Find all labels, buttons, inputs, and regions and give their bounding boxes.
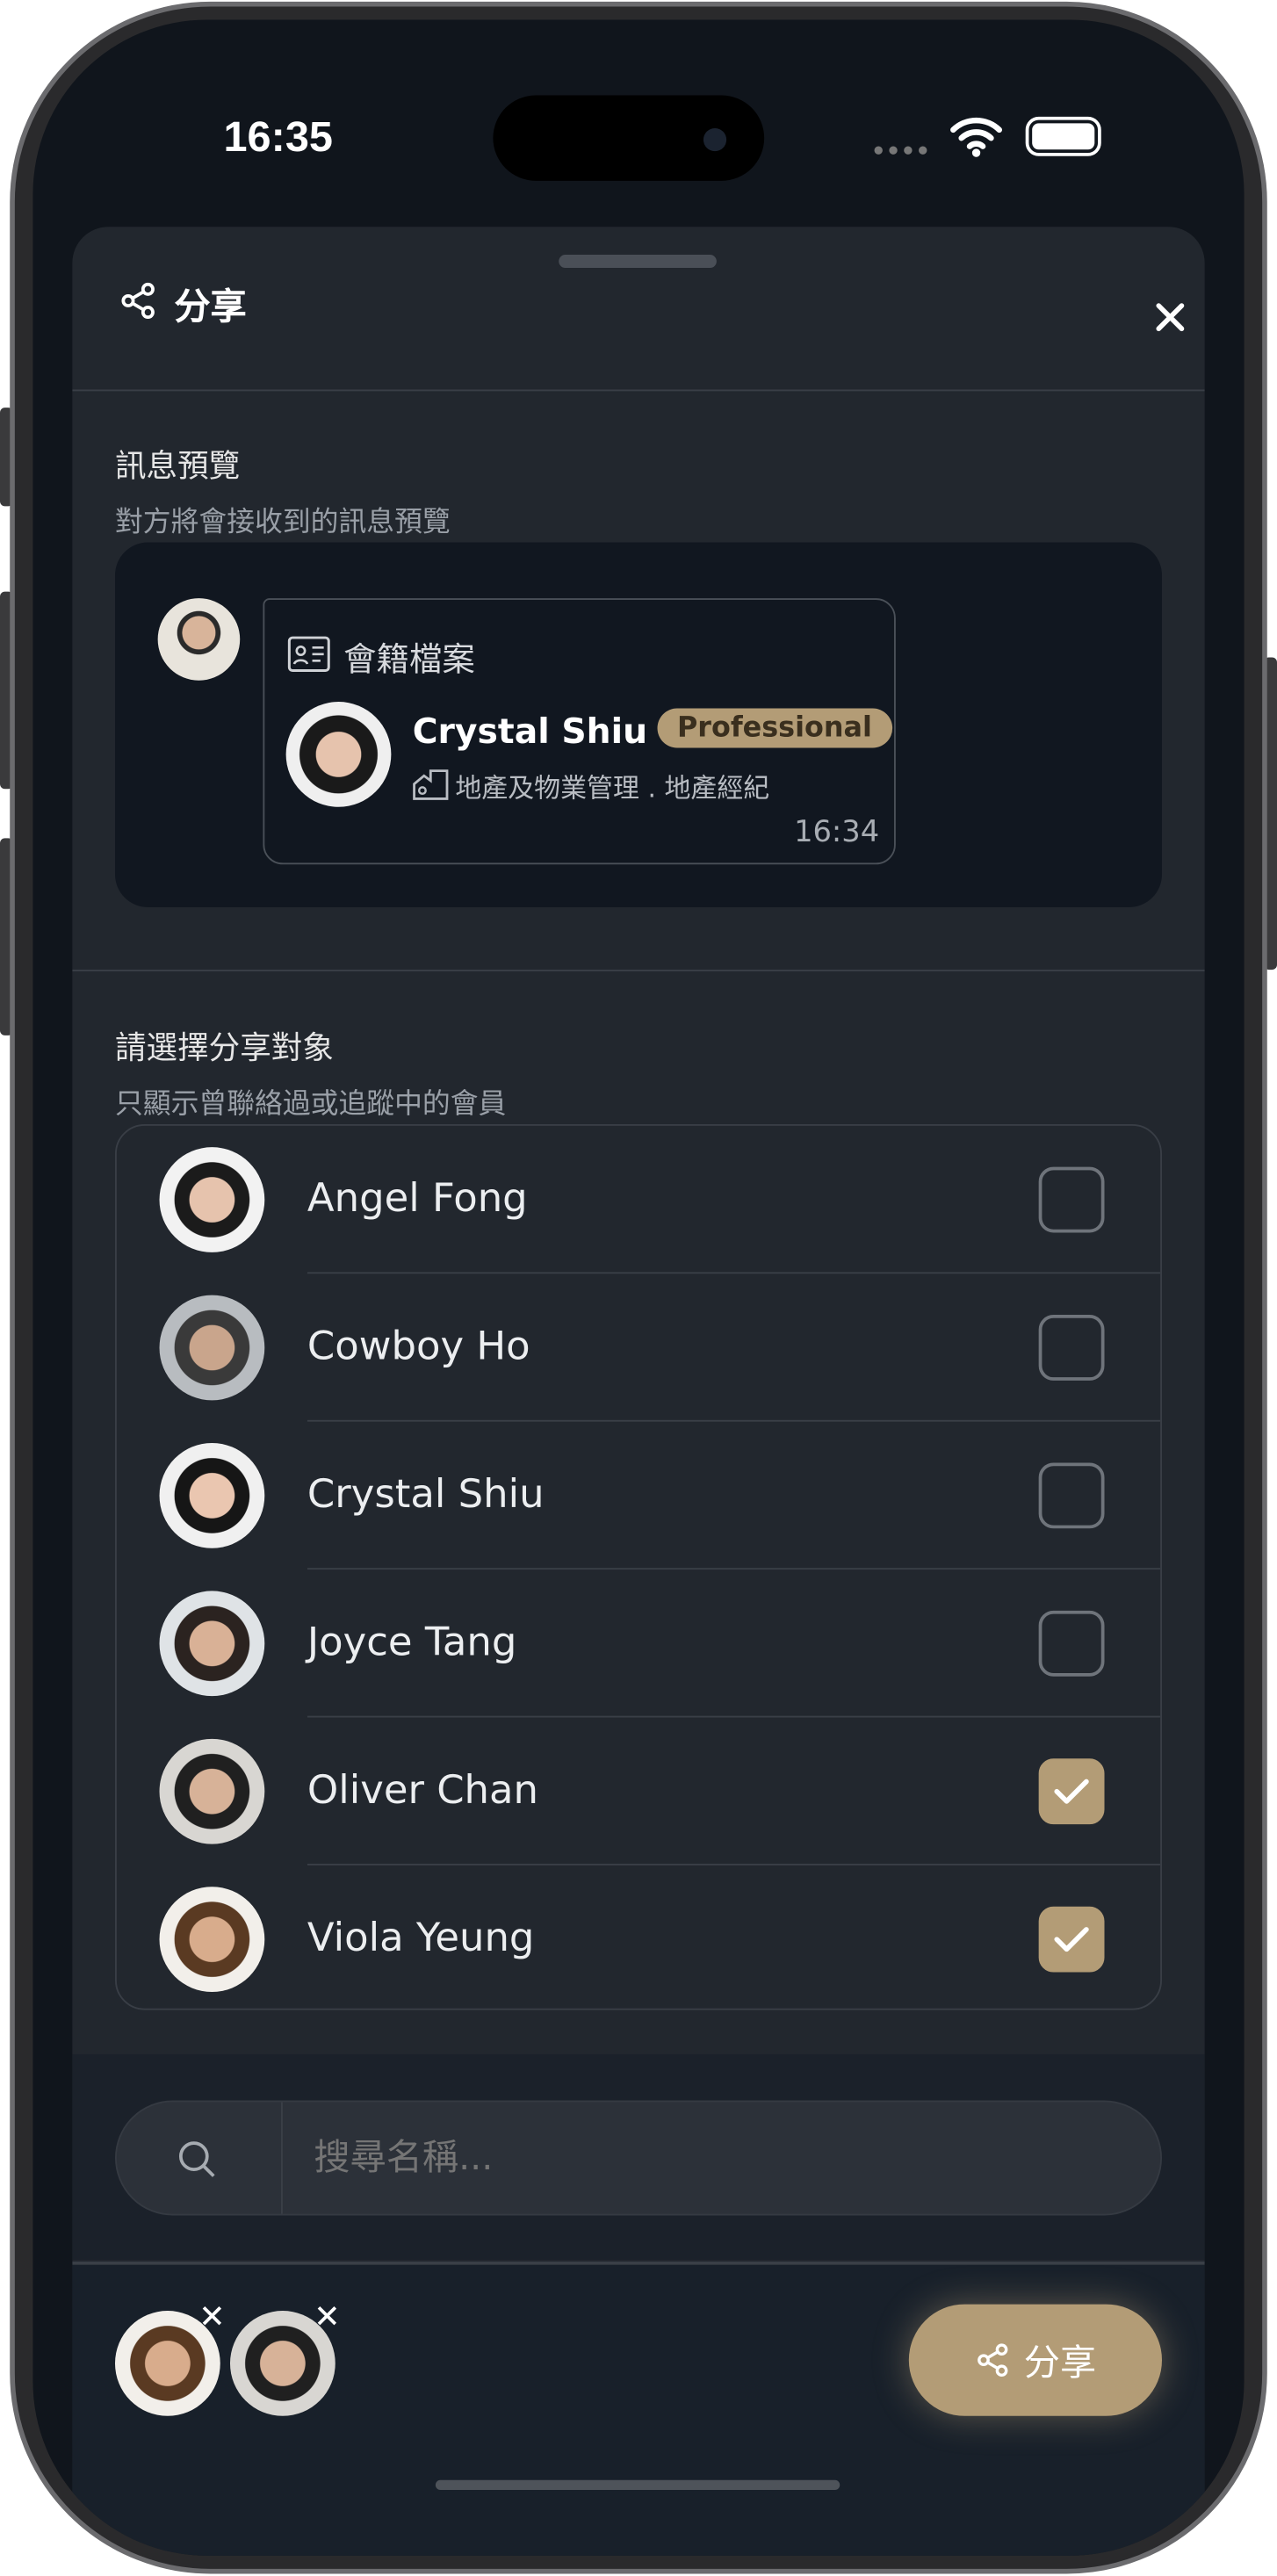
recipient-row[interactable]: Crystal Shiu	[117, 1422, 1161, 1570]
recipient-avatar	[159, 1738, 265, 1844]
recipient-name: Viola Yeung	[307, 1915, 535, 1961]
search-icon	[178, 2141, 215, 2177]
recipient-checkbox[interactable]	[1038, 1906, 1105, 1973]
member-avatar	[285, 702, 392, 807]
recipients-subtitle: 只顯示曾聯絡過或追蹤中的會員	[114, 1087, 507, 1122]
search-field[interactable]	[114, 2100, 1163, 2216]
member-industry: 地產及物業管理 . 地產經紀	[455, 772, 770, 805]
divider	[72, 389, 1205, 392]
recipient-avatar	[159, 1887, 265, 1993]
card-label: 會籍檔案	[343, 639, 475, 679]
drag-handle[interactable]	[559, 255, 717, 269]
recipient-checkbox[interactable]	[1038, 1758, 1105, 1825]
remove-icon[interactable]	[200, 2305, 223, 2327]
recipient-avatar	[159, 1591, 265, 1697]
wifi-icon	[950, 117, 1003, 157]
recipients-title: 請選擇分享對象	[114, 1030, 334, 1067]
recipient-avatar	[159, 1147, 265, 1252]
recipient-checkbox[interactable]	[1038, 1315, 1105, 1381]
share-button[interactable]: 分享	[908, 2304, 1163, 2416]
signal-icon	[874, 146, 927, 155]
dynamic-island	[493, 95, 765, 181]
recipient-name: Joyce Tang	[307, 1619, 517, 1665]
share-sheet: 分享 訊息預覽 對方將會接收到的訊息預覽 會籍檔案 Crystal Shiu P…	[72, 227, 1205, 2556]
recipient-row[interactable]: Viola Yeung	[117, 1865, 1160, 2009]
sender-avatar	[157, 598, 241, 681]
home-indicator[interactable]	[435, 2479, 841, 2491]
building-icon	[413, 769, 449, 800]
recipient-list: Angel Fong Cowboy Ho Crystal Shiu Joyce …	[114, 1123, 1163, 2010]
share-icon	[121, 282, 155, 320]
selected-recipient	[114, 2305, 224, 2416]
footer-bar: 分享	[72, 2261, 1205, 2556]
status-time: 16:35	[223, 112, 333, 162]
remove-icon[interactable]	[315, 2305, 338, 2327]
share-button-label: 分享	[1023, 2343, 1097, 2385]
share-icon	[978, 2343, 1008, 2378]
search-input[interactable]	[314, 2118, 1136, 2197]
member-name: Crystal Shiu	[412, 711, 648, 752]
recipient-name: Angel Fong	[307, 1174, 528, 1222]
recipient-row[interactable]: Oliver Chan	[117, 1718, 1161, 1865]
recipient-avatar	[159, 1443, 265, 1548]
recipient-row[interactable]: Angel Fong	[117, 1126, 1161, 1274]
search-separator	[280, 2102, 283, 2214]
search-area	[72, 2054, 1205, 2261]
recipient-name: Crystal Shiu	[307, 1470, 545, 1518]
message-preview-card: 會籍檔案 Crystal Shiu Professional 地產及物業管理 .…	[114, 542, 1163, 907]
recipient-name: Oliver Chan	[307, 1766, 538, 1814]
check-icon	[1054, 1779, 1089, 1804]
recipient-checkbox[interactable]	[1038, 1166, 1105, 1233]
id-card-icon	[287, 636, 330, 672]
preview-title: 訊息預覽	[114, 448, 241, 486]
screen: 16:35 分享 訊息預覽 對方將會接收到的訊息預覽 會籍檔案 Crystal …	[32, 19, 1245, 2556]
battery-icon	[1025, 116, 1101, 156]
sheet-title: 分享	[174, 287, 247, 329]
divider	[72, 970, 1205, 971]
recipient-name: Cowboy Ho	[307, 1323, 530, 1369]
recipient-avatar	[159, 1295, 265, 1401]
recipient-checkbox[interactable]	[1038, 1610, 1105, 1677]
recipient-checkbox[interactable]	[1038, 1462, 1105, 1529]
recipient-row[interactable]: Cowboy Ho	[117, 1274, 1161, 1422]
message-timestamp: 16:34	[794, 815, 880, 850]
selected-recipient	[229, 2305, 339, 2416]
message-bubble: 會籍檔案 Crystal Shiu Professional 地產及物業管理 .…	[263, 598, 896, 865]
preview-subtitle: 對方將會接收到的訊息預覽	[114, 506, 451, 539]
recipient-row[interactable]: Joyce Tang	[117, 1569, 1161, 1718]
check-icon	[1054, 1927, 1089, 1952]
member-badge: Professional	[657, 708, 892, 748]
close-icon[interactable]	[1154, 300, 1187, 333]
